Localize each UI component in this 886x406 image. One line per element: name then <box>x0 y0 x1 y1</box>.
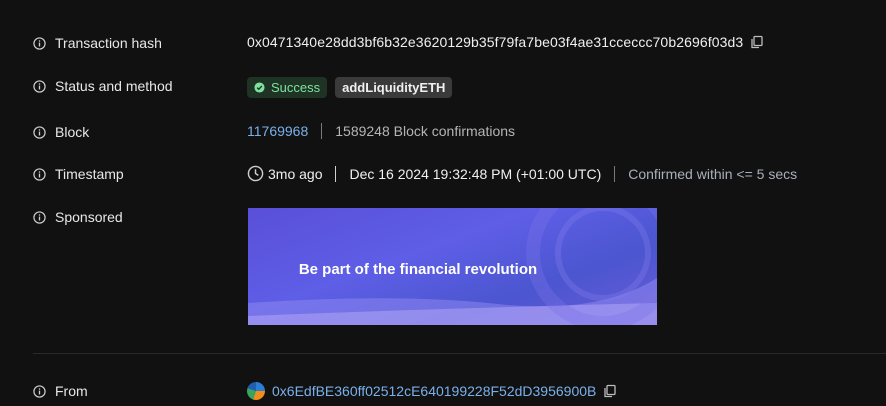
block-number-link[interactable]: 11769968 <box>247 123 308 139</box>
info-icon[interactable] <box>33 79 46 93</box>
label-text: Sponsored <box>55 209 123 225</box>
label-transaction-hash: Transaction hash <box>33 35 162 51</box>
divider <box>335 165 337 182</box>
label-text: Block <box>55 124 90 140</box>
status-text: Success <box>271 80 321 95</box>
label-text: Status and method <box>55 78 173 94</box>
divider <box>321 123 323 139</box>
transaction-hash-value: 0x0471340e28dd3bf6b32e3620129b35f79fa7be… <box>247 34 744 50</box>
check-circle-icon <box>254 82 265 93</box>
copy-icon[interactable] <box>603 384 617 398</box>
sponsored-banner[interactable]: Be part of the financial revolution <box>248 208 657 325</box>
from-address-link[interactable]: 0x6EdfBE360ff02512cE640199228F52dD395690… <box>272 383 596 399</box>
block-confirmations: 1589248 Block confirmations <box>335 123 516 139</box>
info-icon[interactable] <box>33 210 46 224</box>
label-block: Block <box>33 124 89 140</box>
status-badge: Success <box>247 77 328 98</box>
info-icon[interactable] <box>33 167 46 181</box>
label-timestamp: Timestamp <box>33 166 124 182</box>
copy-icon[interactable] <box>750 35 764 49</box>
info-icon[interactable] <box>33 125 46 139</box>
method-badge: addLiquidityETH <box>335 77 453 98</box>
clock-icon <box>247 165 264 182</box>
divider <box>614 165 616 182</box>
timestamp-absolute: Dec 16 2024 19:32:48 PM (+01:00 UTC) <box>349 165 602 182</box>
label-sponsored: Sponsored <box>33 209 123 225</box>
row-status-method: Status and method Success addLiquidityET… <box>0 76 886 100</box>
label-text: Transaction hash <box>55 35 162 51</box>
row-timestamp: Timestamp 3mo ago Dec 16 2024 19:32:48 P… <box>0 164 886 186</box>
row-block: Block 11769968 1589248 Block confirmatio… <box>0 122 886 142</box>
row-transaction-hash: Transaction hash 0x0471340e28dd3bf6b32e3… <box>0 33 886 53</box>
section-divider <box>33 353 886 354</box>
info-icon[interactable] <box>33 384 46 398</box>
label-status-method: Status and method <box>33 78 173 94</box>
address-avatar <box>247 382 265 400</box>
label-text: Timestamp <box>55 166 124 182</box>
confirmation-time: Confirmed within <= 5 secs <box>628 165 798 182</box>
banner-text: Be part of the financial revolution <box>298 261 538 278</box>
info-icon[interactable] <box>33 36 46 50</box>
timestamp-relative: 3mo ago <box>268 165 323 182</box>
row-from: From 0x6EdfBE360ff02512cE640199228F52dD3… <box>0 381 886 403</box>
label-from: From <box>33 383 88 399</box>
label-text: From <box>55 383 88 399</box>
